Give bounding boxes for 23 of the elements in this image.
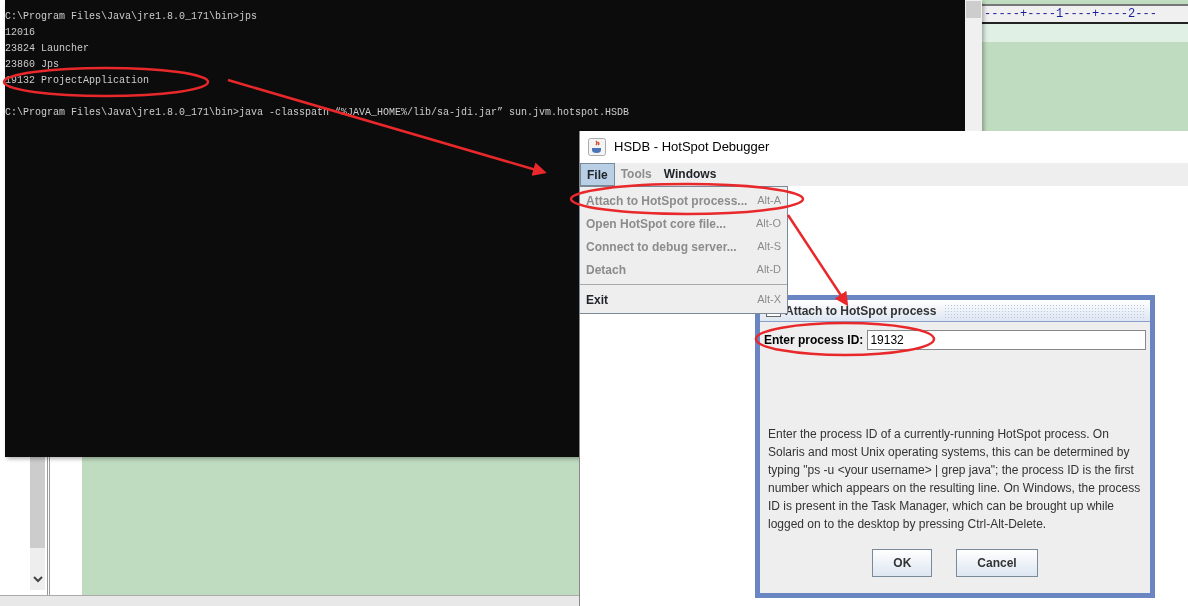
- java-cup-icon: [588, 138, 606, 156]
- column-ruler: -----+----1----+----2---: [982, 4, 1188, 24]
- window-title: HSDB - HotSpot Debugger: [614, 138, 770, 157]
- shortcut-text: Alt-D: [756, 262, 781, 278]
- shortcut-text: Alt-X: [757, 292, 781, 308]
- description-text: Enter the process ID of a currently-running HotSpot process. On Solaris and most Unix operating systems, this can be determined by typing "ps -u <your username> | grep java"; the process ID is the first number which appears on the resulting line. On Windows, the process ID is present in the Task Manager, which can be brought up while logged on to the desktop by pressing Ctrl-Alt-Delete.: [767, 426, 1142, 533]
- shortcut-text: Alt-A: [757, 193, 781, 209]
- menu-item[interactable]: Exit: [586, 290, 608, 309]
- console-line: C:\Program Files\Java\jre1.8.0_171\bin>jps: [5, 11, 258, 22]
- menu-item[interactable]: Windows: [657, 163, 723, 186]
- shortcut-text: Alt-O: [755, 216, 781, 232]
- dialog-button[interactable]: OK: [872, 549, 933, 577]
- field-label: Enter process ID:: [764, 332, 864, 349]
- menu-item[interactable]: File: [580, 163, 615, 186]
- process-id-field[interactable]: 19132: [867, 330, 1146, 350]
- console-line: 23824 Launcher: [5, 43, 89, 54]
- shortcut-text: Alt-S: [757, 239, 781, 255]
- scrollbar-thumb[interactable]: [30, 457, 45, 548]
- scroll-down-icon[interactable]: [32, 574, 44, 584]
- console-line: 12016: [5, 27, 35, 38]
- console-line: 23860 Jps: [5, 59, 59, 70]
- scrollbar-thumb[interactable]: [966, 1, 981, 18]
- dialog-button[interactable]: Cancel: [956, 549, 1038, 577]
